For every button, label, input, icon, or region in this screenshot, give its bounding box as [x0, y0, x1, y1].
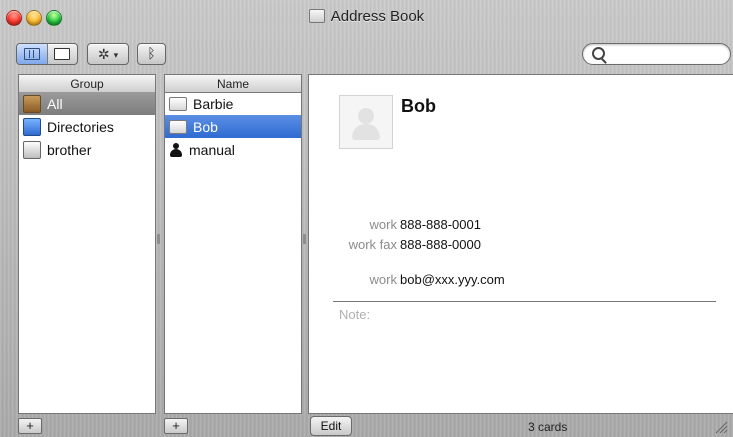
search-input[interactable]	[609, 46, 725, 64]
card-count: 3 cards	[528, 420, 568, 434]
gear-icon: ✲	[97, 46, 110, 62]
field-value-work-fax[interactable]: 888-888-0000	[400, 237, 481, 252]
window-title-text: Address Book	[330, 7, 425, 25]
contact-card-pane: Bob work 888-888-0001 work fax 888-888-0…	[308, 74, 733, 414]
note-label[interactable]: Note:	[339, 307, 370, 322]
name-label-bob: Bob	[193, 118, 218, 135]
group-row-brother[interactable]: brother	[19, 138, 155, 161]
card-only-view-button[interactable]	[46, 44, 78, 64]
add-group-symbol: +	[26, 418, 34, 433]
pane-splitter-handle-1[interactable]	[157, 234, 160, 244]
group-label-brother: brother	[47, 141, 92, 158]
name-header-label: Name	[216, 76, 249, 91]
contact-card-icon	[169, 96, 187, 111]
field-label-work-email: work	[369, 272, 397, 287]
contact-photo[interactable]	[339, 95, 393, 149]
name-label-barbie: Barbie	[193, 95, 234, 112]
address-book-window: Address Book ✲ ▾ ᛒ Group All Directories…	[0, 0, 733, 437]
group-label-directories: Directories	[47, 118, 114, 135]
resize-grip-icon[interactable]	[714, 420, 728, 434]
note-separator	[333, 301, 716, 302]
bluetooth-icon: ᛒ	[147, 46, 156, 62]
bottom-status-bar: + + Edit 3 cards	[0, 412, 733, 437]
edit-button-label: Edit	[320, 419, 342, 433]
add-contact-symbol: +	[172, 418, 180, 433]
field-label-work-fax: work fax	[348, 237, 397, 252]
field-value-work-phone[interactable]: 888-888-0001	[400, 217, 481, 232]
group-list: All Directories brother	[19, 92, 155, 413]
name-label-manual: manual	[189, 141, 235, 158]
bluetooth-button[interactable]: ᛒ	[137, 43, 166, 65]
name-list: Barbie Bob manual	[165, 92, 301, 413]
field-label-work-phone: work	[369, 217, 397, 232]
column-view-button[interactable]	[17, 44, 47, 64]
card-view-icon	[54, 48, 71, 60]
group-header-label: Group	[70, 76, 104, 91]
search-field[interactable]	[582, 43, 731, 65]
person-icon	[169, 142, 183, 157]
field-value-work-email[interactable]: bob@xxx.yyy.com	[400, 272, 505, 287]
contact-name: Bob	[401, 96, 436, 116]
view-mode-segmented-control[interactable]	[16, 43, 78, 65]
directories-icon	[23, 117, 41, 136]
name-row-manual[interactable]: manual	[165, 138, 301, 161]
group-label-all: All	[47, 95, 63, 112]
action-menu-button[interactable]: ✲ ▾	[87, 43, 129, 65]
window-title: Address Book	[0, 6, 733, 26]
name-row-barbie[interactable]: Barbie	[165, 92, 301, 115]
document-icon	[308, 9, 325, 23]
brother-group-icon	[23, 140, 41, 159]
search-icon	[592, 47, 605, 60]
add-contact-button[interactable]: +	[164, 418, 188, 434]
name-column-header[interactable]: Name	[165, 75, 301, 93]
group-pane: Group All Directories brother	[18, 74, 156, 414]
column-view-icon	[23, 48, 40, 60]
name-row-bob[interactable]: Bob	[165, 115, 301, 138]
photo-placeholder-head	[358, 108, 374, 124]
contact-card-icon	[169, 119, 187, 134]
group-row-all[interactable]: All	[19, 92, 155, 115]
add-group-button[interactable]: +	[18, 418, 42, 434]
all-group-icon	[23, 94, 41, 113]
edit-button[interactable]: Edit	[310, 416, 352, 436]
chevron-down-icon: ▾	[113, 49, 119, 60]
title-bar: Address Book	[0, 0, 733, 34]
name-pane: Name Barbie Bob manual	[164, 74, 302, 414]
group-row-directories[interactable]: Directories	[19, 115, 155, 138]
photo-placeholder-body	[352, 124, 380, 140]
pane-splitter-handle-2[interactable]	[303, 234, 306, 244]
group-column-header[interactable]: Group	[19, 75, 155, 93]
